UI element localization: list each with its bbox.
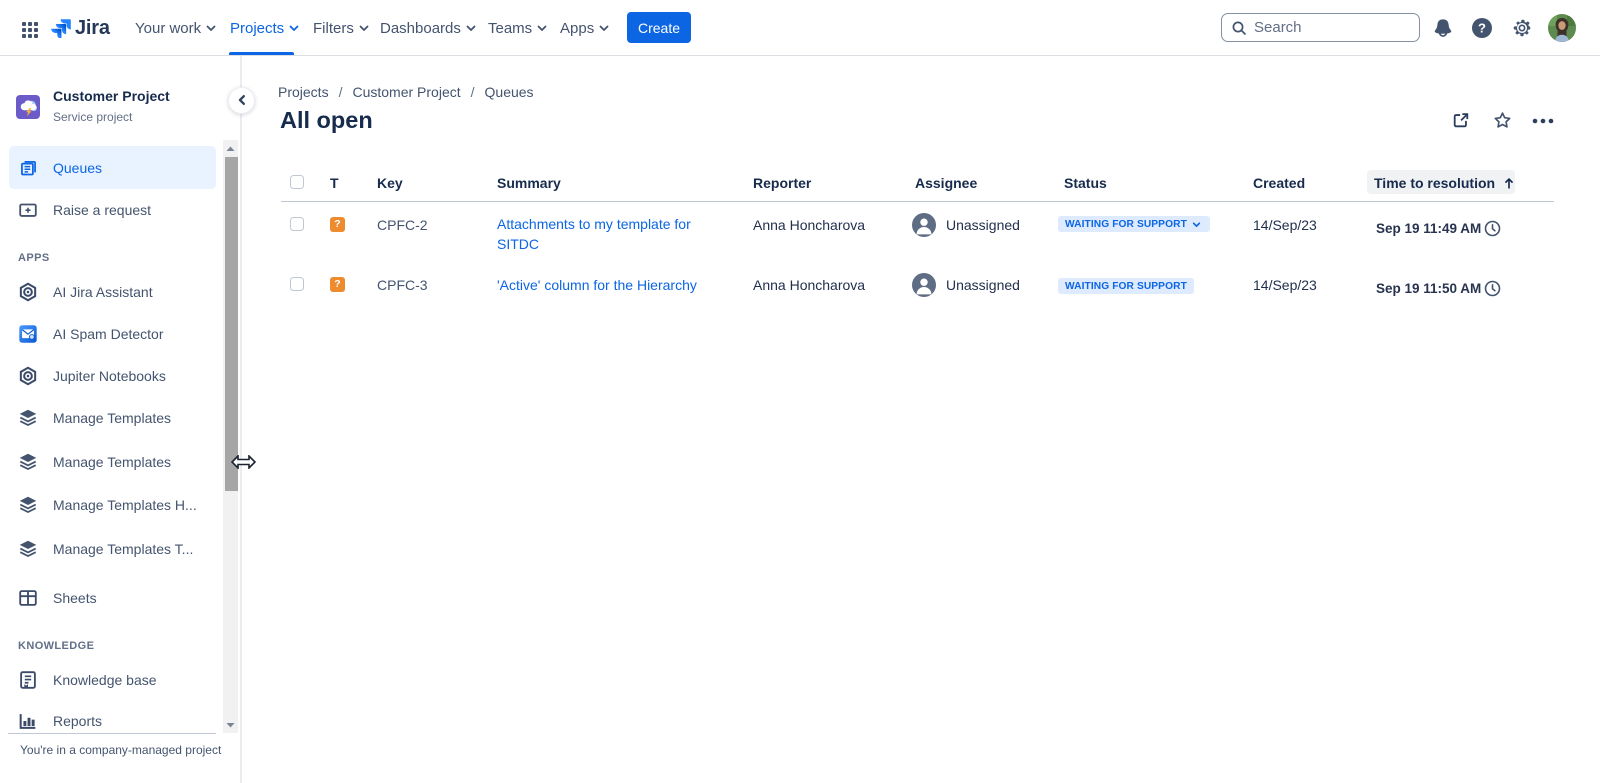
svg-text:?: ? bbox=[1478, 21, 1486, 36]
